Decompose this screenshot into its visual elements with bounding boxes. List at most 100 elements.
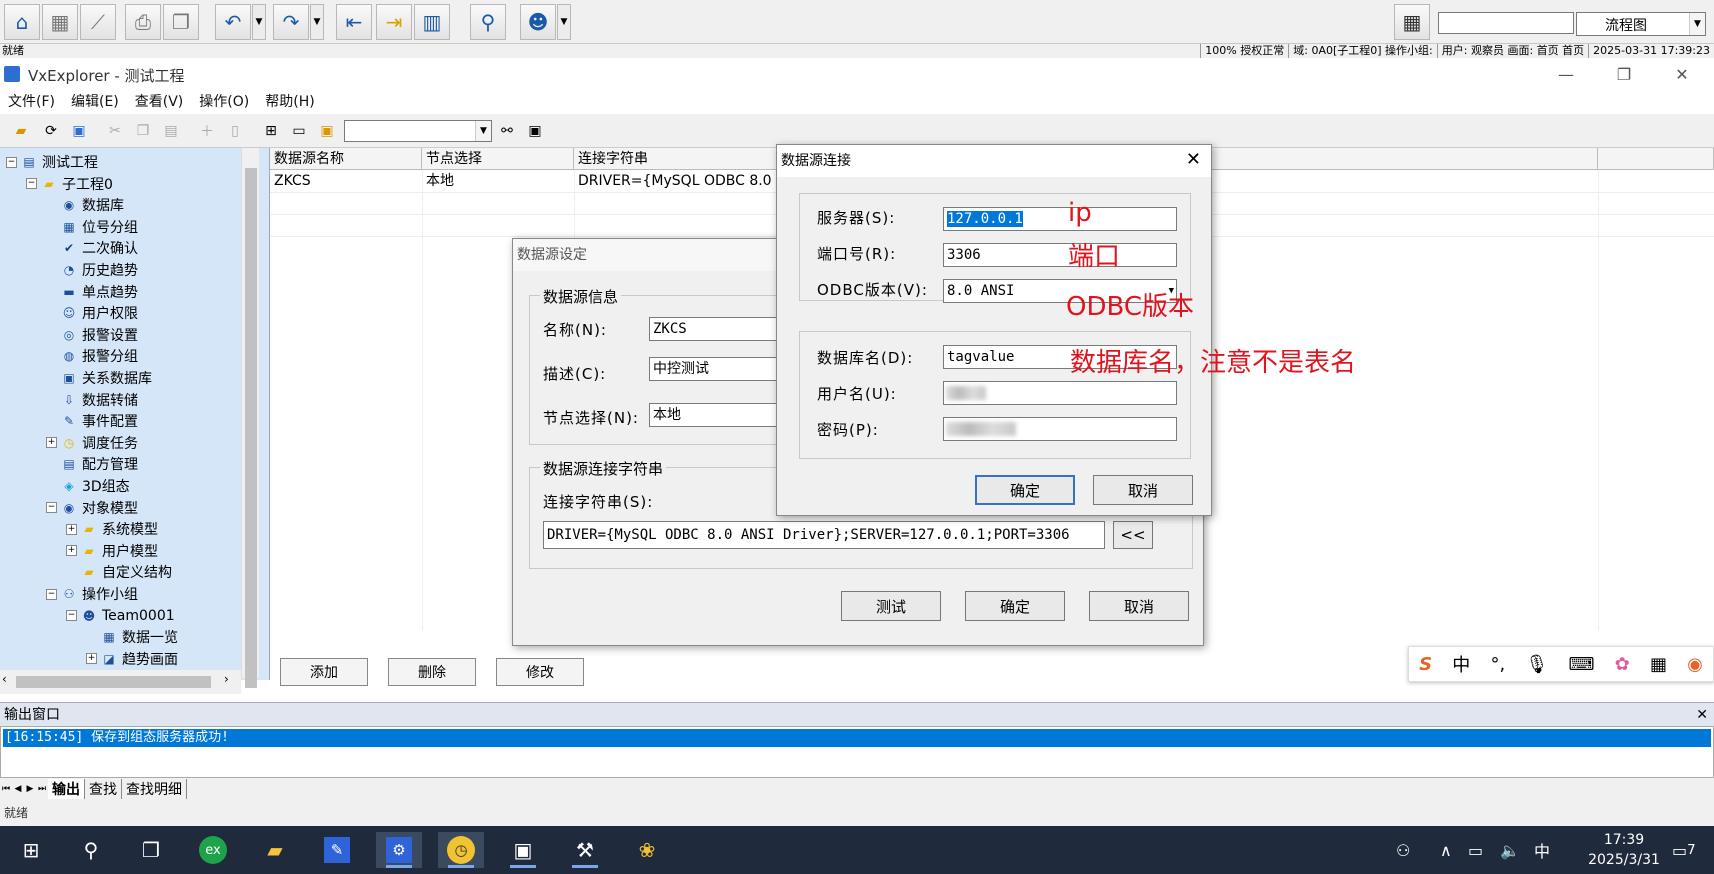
first-tab-icon[interactable]: ⏮ [0, 784, 12, 794]
home-icon[interactable]: ⌂ [4, 4, 40, 40]
scroll-thumb[interactable] [16, 676, 211, 688]
print-icon[interactable]: ⎙ [125, 4, 161, 40]
tree-item[interactable]: ◉ 数据库 [46, 195, 124, 215]
prev-tab-icon[interactable]: ◀ [12, 784, 24, 794]
collapse-icon[interactable]: − [26, 178, 37, 190]
grid-view-icon[interactable]: ▦ [42, 4, 78, 40]
column-header-name[interactable]: 数据源名称 [270, 148, 422, 170]
copy-screen-icon[interactable]: ❐ [163, 4, 199, 40]
tree-item[interactable]: ✔ 二次确认 [46, 238, 138, 258]
server-field[interactable]: 127.0.0.1 [943, 207, 1177, 231]
add-icon[interactable]: ＋ [196, 120, 218, 142]
volume-icon[interactable]: 🔈 [1500, 826, 1520, 874]
clock[interactable]: 17:39 2025/3/31 [1584, 830, 1664, 870]
next-tab-icon[interactable]: ▶ [24, 784, 36, 794]
scroll-right-icon[interactable]: › [224, 672, 229, 686]
hierarchy-icon[interactable]: ⊞ [260, 120, 282, 142]
lock-icon[interactable]: ▣ [316, 120, 338, 142]
delete-button[interactable]: 删除 [388, 658, 476, 686]
refresh-icon[interactable]: ⟳ [40, 120, 62, 142]
tree-item[interactable]: ▤ 配方管理 [46, 454, 138, 474]
ok-button[interactable]: 确定 [965, 591, 1065, 621]
expand-button[interactable]: << [1113, 521, 1153, 549]
save-icon[interactable]: ▣ [68, 120, 90, 142]
tab-find[interactable]: 查找 [85, 779, 122, 799]
connection-string-field[interactable]: DRIVER={MySQL ODBC 8.0 ANSI Driver};SERV… [543, 521, 1105, 549]
monitor-app-icon[interactable]: ▣ [500, 832, 546, 868]
page-right-icon[interactable]: ⇥ [376, 4, 412, 40]
ime-indicator[interactable]: 中 [1534, 826, 1550, 874]
binoculars-icon[interactable]: ⚯ [496, 120, 518, 142]
toolbar-select[interactable]: ▼ [344, 120, 492, 142]
back-dropdown-icon[interactable]: ▼ [252, 4, 266, 40]
tree-item[interactable]: + ▰ 用户模型 [66, 541, 158, 561]
ok-button[interactable]: 确定 [975, 475, 1075, 505]
close-icon[interactable]: ✕ [1186, 149, 1201, 170]
tree-item[interactable]: ▦ 位号分组 [46, 217, 138, 237]
port-field[interactable]: 3306 [943, 243, 1177, 267]
tree-item[interactable]: ◎ 报警设置 [46, 325, 138, 345]
tree-item[interactable]: ☺ 用户权限 [46, 303, 138, 323]
delete-icon[interactable]: ▯ [224, 120, 246, 142]
ime-punct[interactable]: °, [1490, 654, 1505, 675]
collapse-icon[interactable]: − [46, 502, 57, 514]
paw-app-icon[interactable]: ❀ [624, 832, 670, 868]
tree-item[interactable]: − ▰ 子工程0 [26, 174, 113, 194]
back-icon[interactable]: ↶ [215, 4, 251, 40]
people-icon[interactable]: ⚇ [1396, 826, 1410, 874]
clock-app-icon[interactable]: ◷ [438, 832, 484, 868]
tree-item[interactable]: ▬ 单点趋势 [46, 282, 138, 302]
output-message[interactable]: [16:15:45] 保存到组态服务器成功! [3, 729, 1711, 747]
tree-item[interactable]: ◈ 3D组态 [46, 476, 129, 496]
tab-find-detail[interactable]: 查找明细 [122, 779, 187, 799]
open-folder-icon[interactable]: ▰ [10, 120, 32, 142]
expand-icon[interactable]: + [86, 653, 97, 665]
folder-icon[interactable]: ▰ [252, 832, 298, 868]
username-field[interactable] [943, 381, 1177, 405]
page-left-icon[interactable]: ⇤ [336, 4, 372, 40]
password-field[interactable] [943, 417, 1177, 441]
tree-item[interactable]: + ◷ 调度任务 [46, 433, 138, 453]
book-icon[interactable]: ▥ [414, 4, 450, 40]
tree-vertical-scrollbar[interactable] [241, 148, 259, 688]
tree-item[interactable]: ◔ 历史趋势 [46, 260, 138, 280]
tree-item[interactable]: − ☻ Team0001 [66, 606, 175, 626]
menu-operate[interactable]: 操作(O) [191, 90, 257, 114]
cancel-button[interactable]: 取消 [1093, 475, 1193, 505]
network-icon[interactable]: ▭ [1468, 826, 1483, 874]
tools-app-icon[interactable]: ⚒ [562, 832, 608, 868]
tree-item[interactable]: + ◪ 趋势画面 [86, 649, 178, 669]
menu-edit[interactable]: 编辑(E) [63, 90, 127, 114]
close-icon[interactable]: ✕ [1696, 703, 1708, 727]
microphone-icon[interactable]: 🎙 [1525, 654, 1548, 675]
tree-item[interactable]: ▦ 数据一览 [86, 627, 178, 647]
add-button[interactable]: 添加 [280, 658, 368, 686]
collapse-icon[interactable]: − [46, 588, 57, 600]
chevron-down-icon[interactable]: ▼ [475, 121, 491, 141]
ime-mode[interactable]: 中 [1452, 651, 1470, 677]
tab-output[interactable]: 输出 [48, 779, 85, 799]
cancel-button[interactable]: 取消 [1089, 591, 1189, 621]
collapse-icon[interactable]: − [6, 156, 17, 168]
skin-icon[interactable]: ✿ [1615, 654, 1630, 675]
screen-settings-icon[interactable]: ▣ [524, 120, 546, 142]
task-view-icon[interactable]: ❐ [128, 832, 174, 868]
expand-icon[interactable]: + [46, 437, 57, 449]
test-button[interactable]: 测试 [841, 591, 941, 621]
tree-item[interactable]: ▣ 关系数据库 [46, 368, 152, 388]
scroll-thumb[interactable] [245, 168, 257, 688]
minimize-icon[interactable]: — [1538, 60, 1594, 88]
forward-icon[interactable]: ↷ [273, 4, 309, 40]
view-select[interactable]: 流程图 ▼ [1576, 12, 1706, 36]
tree-item[interactable]: ◍ 报警分组 [46, 346, 138, 366]
notifications-icon[interactable]: ▭ 7 [1672, 826, 1696, 874]
tree-horizontal-scrollbar[interactable]: ‹ › [0, 670, 241, 694]
user-dropdown-icon[interactable]: ▼ [557, 4, 571, 40]
chevron-down-icon[interactable]: ▼ [1689, 13, 1705, 35]
forward-dropdown-icon[interactable]: ▼ [310, 4, 324, 40]
scroll-left-icon[interactable]: ‹ [2, 672, 7, 686]
user-login-icon[interactable]: ☻ [520, 4, 556, 40]
keypad-icon[interactable]: ▦ [1394, 4, 1430, 40]
mascot-icon[interactable]: ◉ [1687, 654, 1703, 675]
expand-icon[interactable]: + [66, 545, 77, 557]
